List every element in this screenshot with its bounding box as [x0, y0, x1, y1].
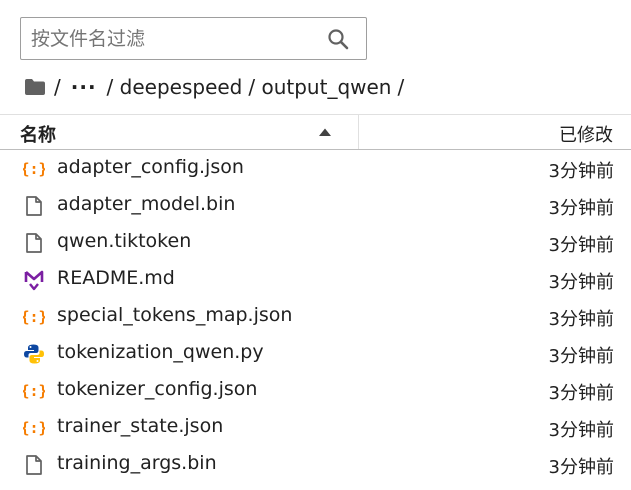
file-row[interactable]: {:} tokenizer_config.json 3分钟前	[0, 372, 631, 409]
search-input[interactable]	[21, 18, 321, 59]
file-icon	[23, 195, 45, 217]
file-browser: / ··· / deepespeed / output_qwen / 名称 已修…	[0, 0, 631, 490]
file-modified: 3分钟前	[548, 235, 614, 256]
file-row[interactable]: {:} trainer_state.json 3分钟前	[0, 409, 631, 446]
file-name[interactable]: special_tokens_map.json	[57, 304, 292, 326]
breadcrumb-ellipsis[interactable]: ···	[71, 75, 97, 99]
file-row[interactable]: tokenization_qwen.py 3分钟前	[0, 335, 631, 372]
file-modified: 3分钟前	[548, 161, 614, 182]
breadcrumb-root-separator: /	[54, 75, 61, 99]
file-icon	[23, 232, 45, 254]
folder-icon[interactable]	[24, 78, 46, 96]
markdown-icon	[23, 269, 45, 291]
column-header-name[interactable]: 名称	[20, 121, 56, 147]
file-icon	[23, 454, 45, 476]
file-name[interactable]: README.md	[57, 267, 175, 289]
file-row[interactable]: {:} adapter_config.json 3分钟前	[0, 150, 631, 187]
file-modified: 3分钟前	[548, 272, 614, 293]
breadcrumb-item-output-qwen[interactable]: / output_qwen	[248, 75, 391, 99]
file-list-header: 名称 已修改	[0, 114, 631, 150]
file-name[interactable]: tokenization_qwen.py	[57, 341, 264, 363]
python-icon	[23, 343, 45, 365]
file-name[interactable]: qwen.tiktoken	[57, 230, 191, 252]
column-divider[interactable]	[358, 115, 359, 149]
file-name[interactable]: adapter_model.bin	[57, 193, 235, 215]
json-icon: {:}	[20, 158, 47, 180]
breadcrumb: / ··· / deepespeed / output_qwen /	[24, 72, 404, 102]
file-name[interactable]: trainer_state.json	[57, 415, 223, 437]
breadcrumb-item-deepespeed[interactable]: / deepespeed	[107, 75, 243, 99]
file-modified: 3分钟前	[548, 420, 614, 441]
svg-text:{:}: {:}	[23, 419, 45, 437]
file-list: {:}adapter_config.json3分钟前adapter_model.…	[0, 150, 631, 483]
sort-ascending-icon[interactable]	[318, 127, 332, 137]
svg-text:{:}: {:}	[23, 308, 45, 326]
file-modified: 3分钟前	[548, 309, 614, 330]
file-modified: 3分钟前	[548, 198, 614, 219]
file-row[interactable]: README.md 3分钟前	[0, 261, 631, 298]
svg-text:{:}: {:}	[23, 382, 45, 400]
file-row[interactable]: qwen.tiktoken 3分钟前	[0, 224, 631, 261]
svg-text:{:}: {:}	[23, 160, 45, 178]
file-row[interactable]: adapter_model.bin 3分钟前	[0, 187, 631, 224]
file-modified: 3分钟前	[548, 346, 614, 367]
file-row[interactable]: {:} special_tokens_map.json 3分钟前	[0, 298, 631, 335]
file-name[interactable]: adapter_config.json	[57, 156, 244, 178]
breadcrumb-trailing-separator: /	[397, 75, 405, 99]
search-icon[interactable]	[326, 27, 350, 51]
file-row[interactable]: training_args.bin 3分钟前	[0, 446, 631, 483]
file-name[interactable]: training_args.bin	[57, 452, 217, 474]
file-modified: 3分钟前	[548, 457, 614, 478]
json-icon: {:}	[20, 306, 47, 328]
column-header-modified[interactable]: 已修改	[559, 121, 613, 147]
file-modified: 3分钟前	[548, 383, 614, 404]
json-icon: {:}	[20, 380, 47, 402]
json-icon: {:}	[20, 417, 47, 439]
search-box	[20, 17, 367, 60]
file-name[interactable]: tokenizer_config.json	[57, 378, 257, 400]
